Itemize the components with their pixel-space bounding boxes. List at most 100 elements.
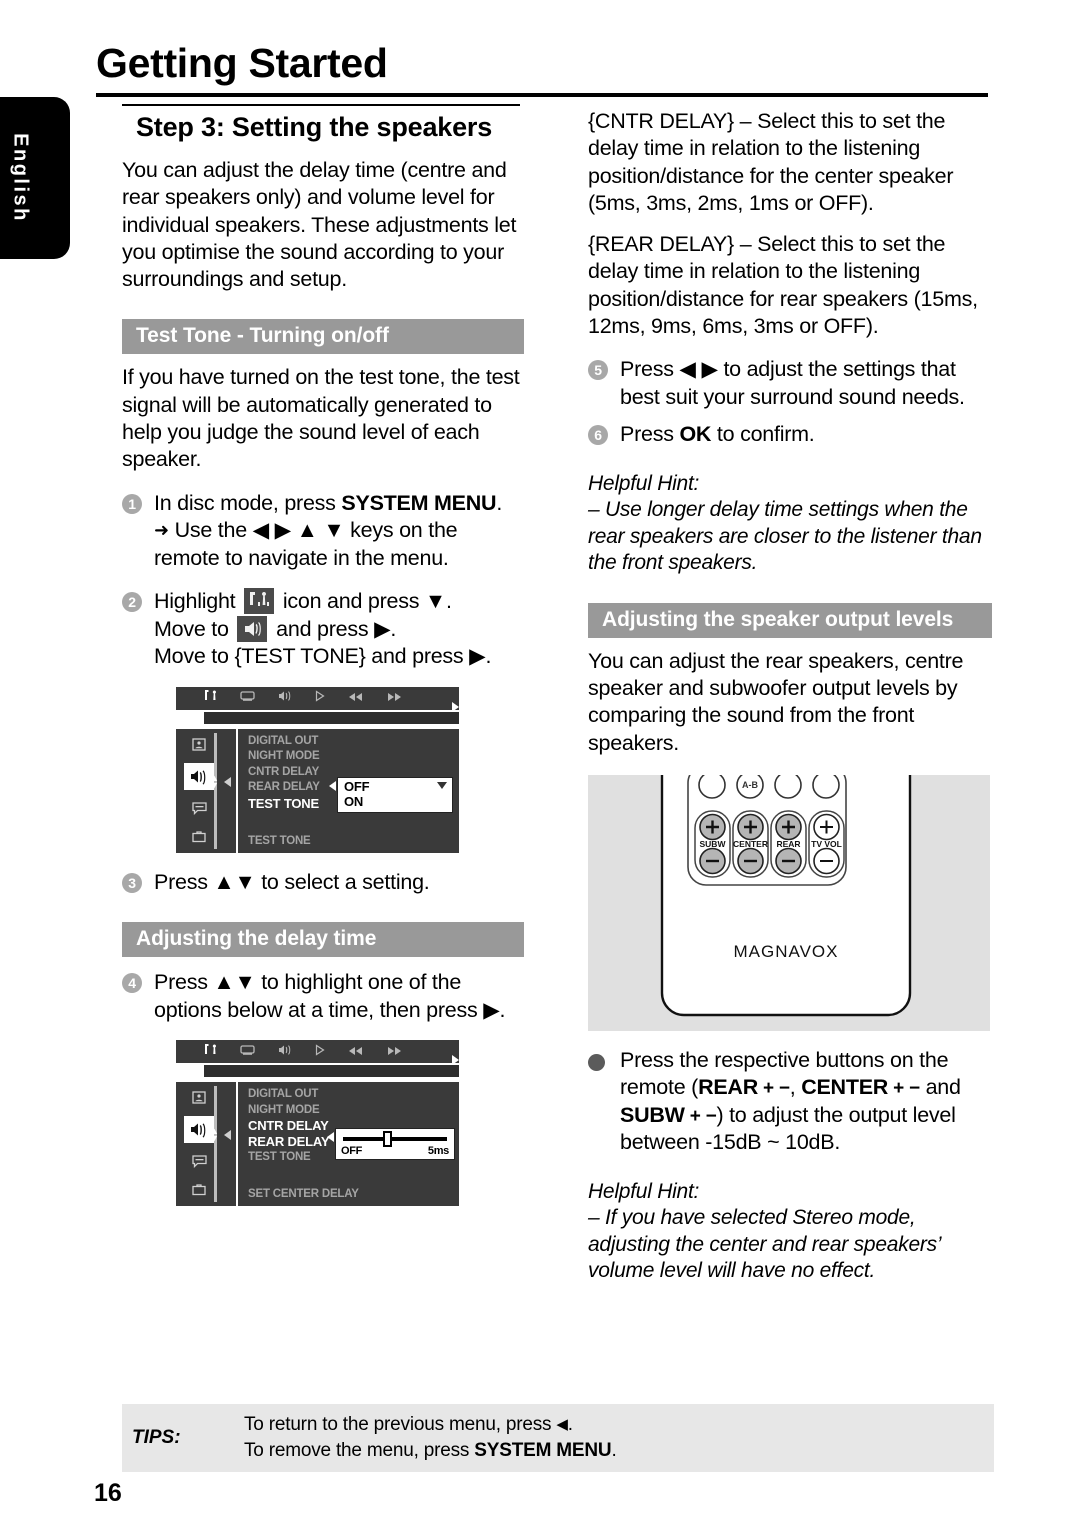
step-2-text-post: icon and press ▼. bbox=[277, 589, 452, 614]
step-6: 6 Press OK to confirm. bbox=[588, 421, 992, 449]
osd-item[interactable]: DIGITAL OUT bbox=[248, 1087, 459, 1103]
step-3-number: 3 bbox=[122, 872, 142, 893]
preference-icon[interactable] bbox=[188, 827, 210, 846]
tips-line-1-pre: To return to the previous menu, press bbox=[244, 1414, 557, 1436]
bullet-key-rear: REAR bbox=[698, 1075, 758, 1100]
osd-item[interactable]: NIGHT MODE bbox=[248, 1103, 459, 1119]
tips-keyword: SYSTEM MENU bbox=[474, 1440, 612, 1461]
step-1-substep-text: Use the ◀ ▶ ▲ ▼ keys on the remote to na… bbox=[154, 518, 458, 570]
step-1-text-post: . bbox=[496, 490, 503, 515]
subtitle-icon[interactable] bbox=[188, 1152, 210, 1171]
step-6-keyword: OK bbox=[679, 422, 712, 447]
bullet-key-center: CENTER bbox=[801, 1075, 889, 1100]
osd-scrollbar[interactable] bbox=[214, 1086, 217, 1203]
rewind-icon bbox=[348, 1043, 364, 1061]
bullet-pm-subw: + − bbox=[684, 1105, 717, 1127]
osd-option-popup[interactable]: OFF ON bbox=[329, 776, 453, 813]
test-tone-paragraph: If you have turned on the test tone, the… bbox=[122, 365, 520, 472]
step-1-text-pre: In disc mode, press bbox=[154, 490, 342, 515]
osd-menu-list: DIGITAL OUT NIGHT MODE CNTR DELAY REAR D… bbox=[236, 1082, 459, 1207]
remote-control-illustration: A-B SUBW CENTER REAR TV VOL MAGNAVOX bbox=[588, 774, 990, 1031]
slider-min-label: OFF bbox=[341, 1145, 363, 1158]
chevron-down-icon bbox=[437, 781, 447, 789]
step-6-text-post: to confirm. bbox=[711, 422, 815, 447]
section-header-output-levels: Adjusting the speaker output levels bbox=[588, 602, 992, 638]
osd-option[interactable]: ON bbox=[344, 794, 446, 809]
step-2-line3: Move to {TEST TONE} and press ▶. bbox=[154, 644, 492, 669]
preference-icon[interactable] bbox=[188, 1180, 210, 1199]
subtitle-icon[interactable] bbox=[188, 799, 210, 818]
step-6-text-pre: Press bbox=[620, 422, 680, 447]
osd-delay-slider[interactable]: OFF 5ms bbox=[327, 1128, 455, 1161]
tools-icon bbox=[204, 1043, 218, 1061]
picture-icon[interactable] bbox=[188, 735, 210, 754]
step-3-text: Press ▲▼ to select a setting. bbox=[154, 869, 430, 894]
osd-category-rail: ▲ ▼ bbox=[176, 728, 231, 853]
tools-icon bbox=[244, 588, 275, 615]
page-header: Getting Started bbox=[96, 40, 996, 98]
step-3: 3 Press ▲▼ to select a setting. bbox=[122, 869, 524, 897]
osd-category-rail: ▲ ▼ bbox=[176, 1082, 231, 1207]
tips-line-1: To return to the previous menu, press ◀. bbox=[244, 1412, 617, 1438]
step-4-number: 4 bbox=[122, 973, 142, 994]
play-icon bbox=[314, 1043, 326, 1061]
step-2-line2-pre: Move to bbox=[154, 616, 235, 641]
lbl-rear: REAR bbox=[776, 839, 800, 849]
audio-icon bbox=[277, 1043, 292, 1061]
tips-content: To return to the previous menu, press ◀.… bbox=[244, 1412, 617, 1463]
tools-icon bbox=[204, 689, 218, 707]
tips-line-2-post: . bbox=[611, 1440, 617, 1461]
tips-footer: TIPS: To return to the previous menu, pr… bbox=[122, 1404, 994, 1472]
osd-status-text: SET CENTER DELAY bbox=[248, 1188, 359, 1201]
slider-handle[interactable] bbox=[382, 1131, 392, 1148]
osd-screenshot-test-tone: ▲ ▼ DIGITAL OUT NIGHT MODE CNTR DELAY REA… bbox=[176, 686, 459, 853]
ab-label: A-B bbox=[742, 780, 758, 790]
step-5-text: Press ◀ ▶ to adjust the settings that be… bbox=[620, 357, 965, 409]
cntr-delay-paragraph: {CNTR DELAY} – Select this to set the de… bbox=[588, 109, 954, 215]
osd-toolbar bbox=[176, 1040, 459, 1064]
picture-icon[interactable] bbox=[188, 1088, 210, 1107]
bullet-step-output-level: Press the respective buttons on the remo… bbox=[588, 1047, 992, 1157]
step3-heading-wrap: Step 3: Setting the speakers bbox=[122, 104, 520, 143]
manual-page: English Getting Started Step 3: Setting … bbox=[0, 0, 1080, 1529]
bullet-pm-rear: + − bbox=[757, 1078, 790, 1100]
page-number: 16 bbox=[94, 1479, 122, 1507]
rear-delay-paragraph: {REAR DELAY} – Select this to set the de… bbox=[588, 232, 978, 339]
step-2-line2: Move to and press ▶. bbox=[154, 615, 524, 644]
intro-paragraph: You can adjust the delay time (centre an… bbox=[122, 158, 517, 292]
osd-body: ▲ ▼ DIGITAL OUT NIGHT MODE CNTR DELAY REA… bbox=[176, 1082, 459, 1207]
popup-caret-icon bbox=[327, 1132, 334, 1143]
slider-max-label: 5ms bbox=[427, 1145, 449, 1158]
osd-up-down-indicator: ▲ ▼ bbox=[210, 772, 219, 790]
step-2-line2-post: and press ▶. bbox=[270, 616, 397, 641]
helpful-hint-2: Helpful Hint: – If you have selected Ste… bbox=[588, 1179, 992, 1285]
step-2-number: 2 bbox=[122, 592, 142, 613]
language-tab: English bbox=[0, 97, 70, 259]
section-header-delay-time: Adjusting the delay time bbox=[122, 922, 524, 958]
helpful-hint-2-title: Helpful Hint: bbox=[588, 1179, 700, 1203]
osd-scrollbar[interactable] bbox=[214, 732, 217, 849]
rewind-icon bbox=[348, 689, 364, 707]
slider-track[interactable] bbox=[343, 1131, 447, 1148]
bullet-key-subw: SUBW bbox=[620, 1102, 685, 1127]
helpful-hint-2-text: – If you have selected Stereo mode, adju… bbox=[588, 1206, 941, 1283]
osd-item[interactable]: NIGHT MODE bbox=[248, 749, 459, 765]
osd-option[interactable]: OFF bbox=[344, 779, 446, 794]
osd-back-arrow-icon bbox=[224, 1130, 231, 1141]
osd-item[interactable]: DIGITAL OUT bbox=[248, 734, 459, 750]
right-column: {CNTR DELAY} – Select this to set the de… bbox=[588, 108, 992, 1285]
osd-status-text: TEST TONE bbox=[248, 834, 311, 847]
tips-line-2: To remove the menu, press SYSTEM MENU. bbox=[244, 1438, 617, 1464]
bullet-mid: and bbox=[919, 1075, 961, 1100]
display-icon bbox=[240, 1043, 255, 1061]
display-icon bbox=[240, 689, 255, 707]
osd-menu-list: DIGITAL OUT NIGHT MODE CNTR DELAY REAR D… bbox=[236, 728, 459, 853]
bullet-dot-icon bbox=[588, 1053, 605, 1071]
language-tab-label: English bbox=[9, 133, 32, 223]
helpful-hint-1-text: – Use longer delay time settings when th… bbox=[588, 498, 982, 575]
osd-breadcrumb-strip bbox=[202, 701, 459, 724]
osd-breadcrumb-strip bbox=[202, 1055, 459, 1078]
page-title: Getting Started bbox=[96, 40, 388, 86]
helpful-hint-1: Helpful Hint: – Use longer delay time se… bbox=[588, 471, 992, 577]
tips-label: TIPS: bbox=[132, 1427, 181, 1448]
